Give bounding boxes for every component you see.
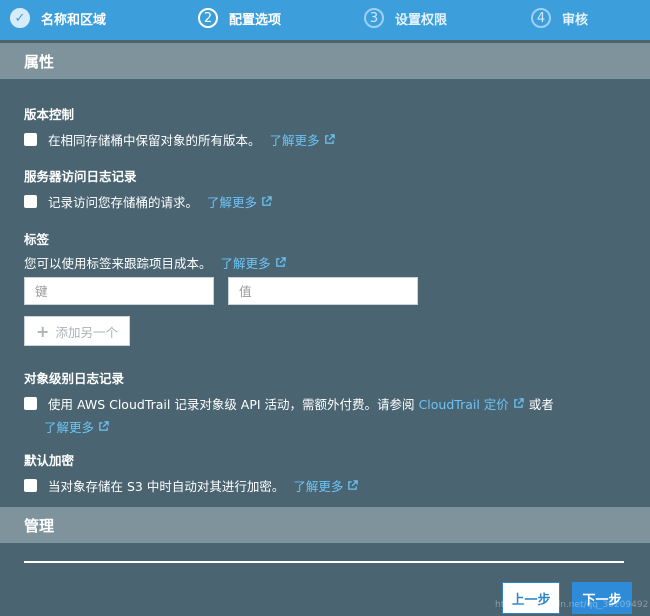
step-review[interactable]: 4 审核 [531,0,588,36]
divider [24,561,624,563]
external-link-icon [513,398,524,408]
object-logging-checkbox[interactable] [24,397,37,410]
add-tag-label: 添加另一个 [55,324,118,340]
external-link-icon [348,480,359,490]
server-logging-learn-more-link[interactable]: 了解更多 [207,192,272,211]
tags-text: 您可以使用标签来跟踪项目成本。 [24,256,212,271]
external-link-icon [275,257,286,267]
encryption-checkbox[interactable] [24,479,37,492]
server-logging-block: 服务器访问日志记录 记录访问您存储桶的请求。 了解更多 [24,166,272,211]
link-text: CloudTrail 定价 [418,397,509,412]
external-link-icon [324,134,335,144]
step-name-and-region[interactable]: ✓ 名称和区域 [10,0,106,36]
versioning-learn-more-link[interactable]: 了解更多 [270,130,335,149]
section-title: 管理 [24,516,55,535]
tag-key-input[interactable] [24,277,214,305]
tags-title: 标签 [24,232,50,247]
server-logging-checkbox[interactable] [24,195,37,208]
versioning-title: 版本控制 [24,107,75,122]
plus-icon: + [36,321,50,341]
checkmark-icon: ✓ [10,8,30,28]
server-logging-title: 服务器访问日志记录 [24,169,137,184]
add-tag-button[interactable]: + 添加另一个 [24,316,130,346]
versioning-checkbox[interactable] [24,133,37,146]
object-logging-title: 对象级别日志记录 [24,371,125,386]
versioning-block: 版本控制 在相同存储桶中保留对象的所有版本。 了解更多 [24,104,335,149]
step-number: 2 [198,8,218,28]
external-link-icon [262,196,272,206]
step-label: 配置选项 [229,12,282,28]
step-number: 3 [364,8,384,28]
encryption-text: 当对象存储在 S3 中时自动对其进行加密。 [48,479,285,494]
link-text: 了解更多 [44,420,95,435]
step-label: 审核 [562,12,589,28]
object-logging-text: 使用 AWS CloudTrail 记录对象级 API 活动，需额外付费。请参阅 [48,397,415,412]
server-logging-text: 记录访问您存储桶的请求。 [48,195,199,210]
encryption-learn-more-link[interactable]: 了解更多 [293,476,359,495]
step-number: 4 [531,8,551,28]
watermark: http://blog.csdn.net/qq_39209492 [495,600,649,610]
tag-value-input[interactable] [228,277,418,305]
step-label: 设置权限 [395,12,448,28]
link-text: 了解更多 [269,133,320,148]
link-text: 了解更多 [220,256,271,271]
object-logging-block: 对象级别日志记录 使用 AWS CloudTrail 记录对象级 API 活动，… [24,368,624,436]
step-configure-options[interactable]: 2 配置选项 [198,0,281,36]
encryption-block: 默认加密 当对象存储在 S3 中时自动对其进行加密。 了解更多 [24,450,359,495]
object-logging-learn-more-link[interactable]: 了解更多 [44,417,109,436]
management-section-header[interactable]: 管理 [0,507,650,543]
tags-learn-more-link[interactable]: 了解更多 [221,253,286,272]
encryption-title: 默认加密 [24,453,75,468]
versioning-text: 在相同存储桶中保留对象的所有版本。 [48,133,261,148]
cloudtrail-pricing-link[interactable]: CloudTrail 定价 [419,394,524,413]
link-text: 了解更多 [293,479,344,494]
object-logging-or: 或者 [528,397,554,412]
section-title: 属性 [24,52,55,71]
wizard-stepper: ✓ 名称和区域 2 配置选项 3 设置权限 4 审核 [0,0,650,40]
link-text: 了解更多 [207,195,258,210]
step-label: 名称和区域 [41,12,107,28]
properties-section-header[interactable]: 属性 [0,43,650,79]
external-link-icon [99,421,109,431]
tags-block: 标签 您可以使用标签来跟踪项目成本。 了解更多 [24,229,286,272]
step-set-permissions[interactable]: 3 设置权限 [364,0,447,36]
